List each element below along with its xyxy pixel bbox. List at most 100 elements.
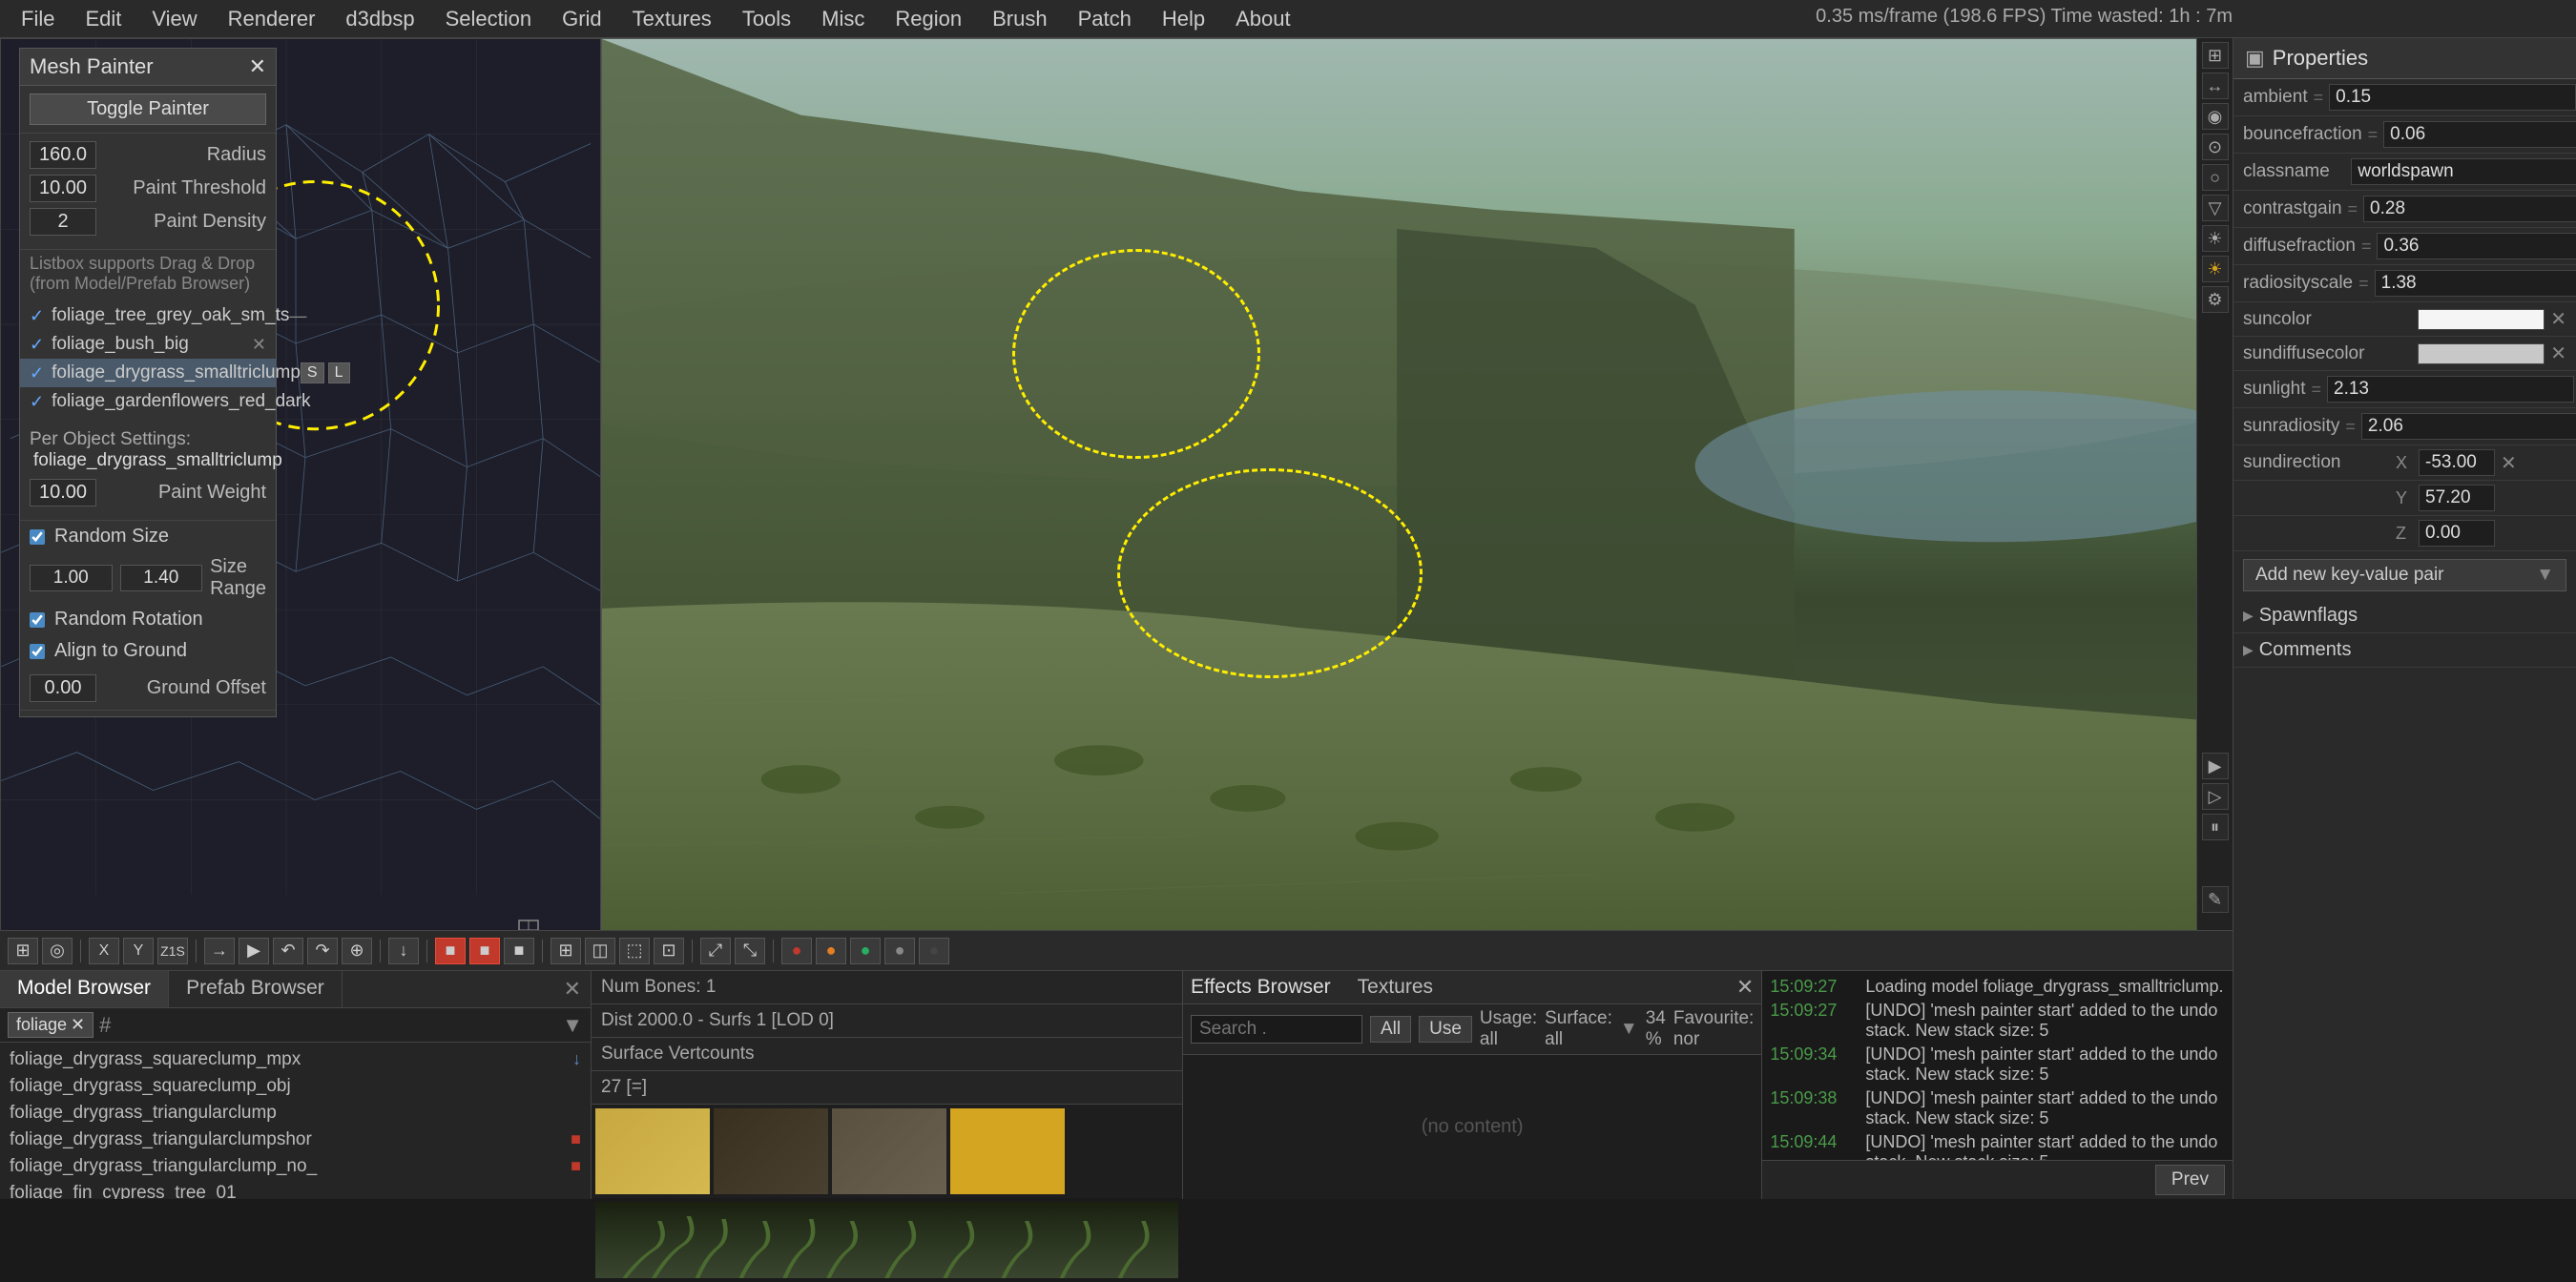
- vr-settings-icon[interactable]: ⚙: [2202, 286, 2229, 313]
- prop-val-classname[interactable]: [2351, 158, 2576, 185]
- toggle-painter-button[interactable]: Toggle Painter: [30, 93, 266, 125]
- prop-del-sundirection[interactable]: ✕: [2501, 451, 2517, 475]
- paint-density-value[interactable]: 2: [30, 208, 96, 236]
- tb-snap-btn[interactable]: ◫: [585, 938, 615, 964]
- add-keyval-button[interactable]: Add new key-value pair ▼: [2243, 559, 2566, 591]
- vr-pen-icon[interactable]: ✎: [2202, 886, 2229, 913]
- textures-tab[interactable]: Textures: [1358, 976, 1433, 999]
- mesh-painter-close[interactable]: ✕: [249, 54, 266, 79]
- list-item-5[interactable]: foliage_fin_cypress_tree_01: [0, 1180, 591, 1199]
- spawnflags-toggle[interactable]: ▶ Spawnflags: [2243, 605, 2566, 627]
- all-filter-btn[interactable]: All: [1370, 1016, 1411, 1043]
- tb-y-btn[interactable]: Y: [123, 938, 154, 964]
- menu-edit[interactable]: Edit: [72, 3, 135, 35]
- browser-down-arrow[interactable]: ▼: [562, 1013, 583, 1038]
- tb-circle-red[interactable]: ●: [781, 938, 812, 964]
- menu-help[interactable]: Help: [1149, 3, 1218, 35]
- delete-bush[interactable]: ✕: [252, 335, 266, 355]
- browser-close[interactable]: ✕: [554, 971, 591, 1007]
- use-filter-btn[interactable]: Use: [1419, 1016, 1472, 1043]
- tb-undo-btn[interactable]: ↶: [273, 938, 303, 964]
- paint-threshold-value[interactable]: 10.00: [30, 175, 96, 202]
- prop-z-value[interactable]: [2419, 520, 2495, 547]
- tb-grid-btn[interactable]: ⊞: [551, 938, 581, 964]
- prop-val-sunradiosity[interactable]: [2361, 413, 2576, 440]
- menu-tools[interactable]: Tools: [729, 3, 804, 35]
- vr-move-icon[interactable]: ↔: [2202, 72, 2229, 99]
- tb-circle-org[interactable]: ●: [816, 938, 846, 964]
- comments-toggle[interactable]: ▶ Comments: [2243, 639, 2566, 661]
- menu-textures[interactable]: Textures: [619, 3, 725, 35]
- prev-btn[interactable]: Prev: [2155, 1165, 2225, 1195]
- ground-offset-value[interactable]: 0.00: [30, 674, 96, 702]
- random-size-checkbox[interactable]: [30, 529, 45, 545]
- vr-eraser-icon[interactable]: ○: [2202, 164, 2229, 191]
- size-s-btn[interactable]: S: [301, 362, 324, 383]
- tb-plus-btn[interactable]: ⊕: [342, 938, 372, 964]
- prop-val-radiosityscale[interactable]: [2375, 270, 2576, 297]
- tb-down-btn[interactable]: ↓: [388, 938, 419, 964]
- menu-misc[interactable]: Misc: [808, 3, 878, 35]
- vr-pause-icon[interactable]: ⏸: [2202, 814, 2229, 840]
- list-item-drygrass[interactable]: ✓ foliage_drygrass_smalltriclump S L: [20, 359, 276, 387]
- menu-selection[interactable]: Selection: [432, 3, 546, 35]
- radius-value[interactable]: 160.0: [30, 141, 96, 169]
- prop-del-suncolor[interactable]: ✕: [2550, 307, 2566, 331]
- tb-prefab-btn[interactable]: ◎: [42, 938, 73, 964]
- tb-model-browser-btn[interactable]: ⊞: [8, 938, 38, 964]
- list-item-4[interactable]: foliage_drygrass_triangularclump_no_ ■: [0, 1153, 591, 1180]
- menu-brush[interactable]: Brush: [979, 3, 1060, 35]
- vr-brush-icon[interactable]: ◉: [2202, 103, 2229, 130]
- list-item-0[interactable]: foliage_drygrass_squareclump_mpx ↓: [0, 1046, 591, 1073]
- tb-red-btn-2[interactable]: ■: [469, 938, 500, 964]
- menu-renderer[interactable]: Renderer: [215, 3, 329, 35]
- tab-prefab-browser[interactable]: Prefab Browser: [169, 971, 343, 1007]
- viewport-3d[interactable]: [601, 38, 2233, 970]
- tb-z1s-btn[interactable]: Z1S: [157, 938, 188, 964]
- tb-red-btn-1[interactable]: ■: [435, 938, 466, 964]
- tb-x-btn[interactable]: X: [89, 938, 119, 964]
- vr-filter-icon[interactable]: ▽: [2202, 195, 2229, 221]
- tb-btn-3[interactable]: ■: [504, 938, 534, 964]
- tb-region-btn[interactable]: ⊡: [654, 938, 684, 964]
- vr-play2-icon[interactable]: ▷: [2202, 783, 2229, 810]
- vr-sun-icon[interactable]: ☀: [2202, 256, 2229, 282]
- tb-forward-btn[interactable]: ▶: [239, 938, 269, 964]
- prop-val-bouncefraction[interactable]: [2383, 121, 2576, 148]
- menu-grid[interactable]: Grid: [549, 3, 615, 35]
- tb-expand-btn[interactable]: ⤢: [700, 938, 731, 964]
- effects-close-btn[interactable]: ✕: [1736, 975, 1754, 1000]
- prop-y-value[interactable]: [2419, 485, 2495, 511]
- prop-x-value[interactable]: [2419, 449, 2495, 476]
- vr-play-icon[interactable]: ▶: [2202, 753, 2229, 779]
- align-to-ground-checkbox[interactable]: [30, 644, 45, 659]
- tb-contract-btn[interactable]: ⤡: [735, 938, 765, 964]
- list-item-bush[interactable]: ✓ foliage_bush_big ✕: [20, 330, 276, 359]
- tb-redo-btn[interactable]: ↷: [307, 938, 338, 964]
- tb-circle-gray[interactable]: ●: [884, 938, 915, 964]
- size-max-input[interactable]: [120, 565, 203, 591]
- surface-dropdown-arrow[interactable]: ▼: [1620, 1019, 1638, 1040]
- prop-val-sundiffusecolor[interactable]: [2418, 343, 2545, 364]
- effects-search-input[interactable]: [1191, 1015, 1362, 1044]
- prop-del-sundiffusecolor[interactable]: ✕: [2550, 341, 2566, 365]
- tab-model-browser[interactable]: Model Browser: [0, 971, 169, 1007]
- tb-circle-dark[interactable]: ●: [919, 938, 949, 964]
- list-item-2[interactable]: foliage_drygrass_triangularclump: [0, 1100, 591, 1127]
- menu-view[interactable]: View: [138, 3, 210, 35]
- tb-circle-grn[interactable]: ●: [850, 938, 881, 964]
- prop-val-contrastgain[interactable]: [2363, 196, 2576, 222]
- menu-file[interactable]: File: [8, 3, 68, 35]
- menu-d3dbsp[interactable]: d3dbsp: [332, 3, 427, 35]
- tb-arrow-btn[interactable]: →: [204, 938, 235, 964]
- menu-patch[interactable]: Patch: [1065, 3, 1145, 35]
- menu-about[interactable]: About: [1222, 3, 1304, 35]
- prop-val-sunlight[interactable]: [2327, 376, 2574, 403]
- size-min-input[interactable]: [30, 565, 113, 591]
- menu-region[interactable]: Region: [882, 3, 975, 35]
- paint-weight-value[interactable]: 10.00: [30, 479, 96, 507]
- prop-val-diffusefraction[interactable]: [2377, 233, 2576, 259]
- vr-light-icon[interactable]: ☀: [2202, 225, 2229, 252]
- list-item-1[interactable]: foliage_drygrass_squareclump_obj: [0, 1073, 591, 1100]
- prop-val-suncolor[interactable]: [2418, 309, 2545, 330]
